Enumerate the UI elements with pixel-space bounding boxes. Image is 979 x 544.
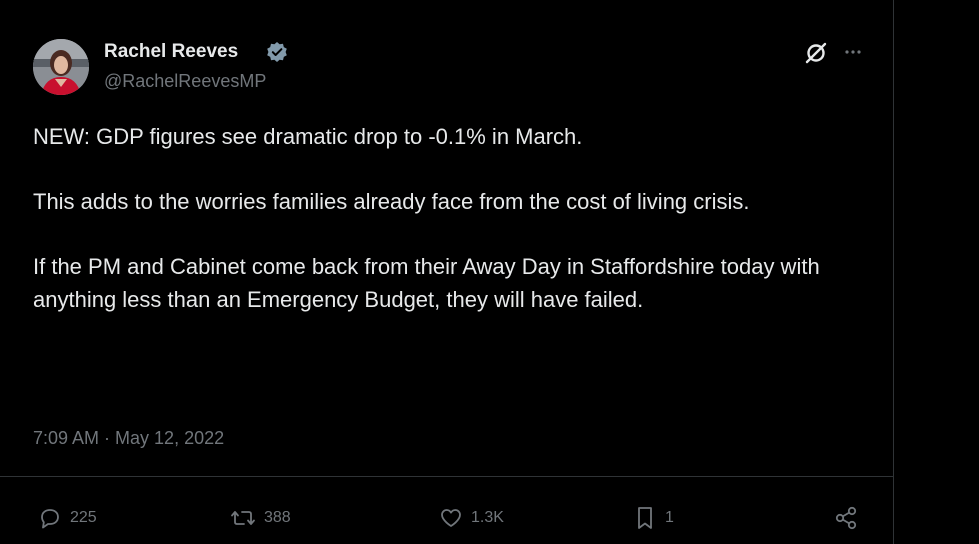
verified-badge-icon — [266, 41, 288, 63]
retweet-icon — [230, 506, 256, 530]
grok-icon[interactable] — [804, 41, 828, 65]
reply-icon — [38, 506, 62, 530]
retweet-button[interactable]: 388 — [230, 503, 291, 533]
divider — [0, 476, 893, 477]
reply-button[interactable]: 225 — [38, 503, 97, 533]
heart-icon — [439, 506, 463, 530]
bookmark-count: 1 — [665, 509, 674, 526]
retweet-count: 388 — [264, 509, 291, 526]
tweet-paragraph: This adds to the worries families alread… — [33, 189, 750, 214]
avatar[interactable] — [33, 39, 89, 95]
author-name[interactable]: Rachel Reeves — [104, 41, 238, 63]
tweet-paragraph: NEW: GDP figures see dramatic drop to -0… — [33, 124, 583, 149]
bookmark-button[interactable]: 1 — [633, 503, 674, 533]
tweet: Rachel Reeves @RachelReevesMP NEW: GDP f… — [0, 0, 893, 544]
like-button[interactable]: 1.3K — [439, 503, 504, 533]
author-handle[interactable]: @RachelReevesMP — [104, 71, 266, 92]
tweet-paragraph: If the PM and Cabinet come back from the… — [33, 254, 820, 312]
tweet-text: NEW: GDP figures see dramatic drop to -0… — [33, 120, 853, 348]
bookmark-icon — [633, 505, 657, 531]
share-button[interactable] — [833, 503, 859, 533]
column-divider — [893, 0, 894, 544]
reply-count: 225 — [70, 509, 97, 526]
share-icon — [833, 505, 859, 531]
like-count: 1.3K — [471, 509, 504, 526]
more-icon[interactable] — [843, 42, 863, 62]
tweet-timestamp[interactable]: 7:09 AM · May 12, 2022 — [33, 428, 224, 449]
